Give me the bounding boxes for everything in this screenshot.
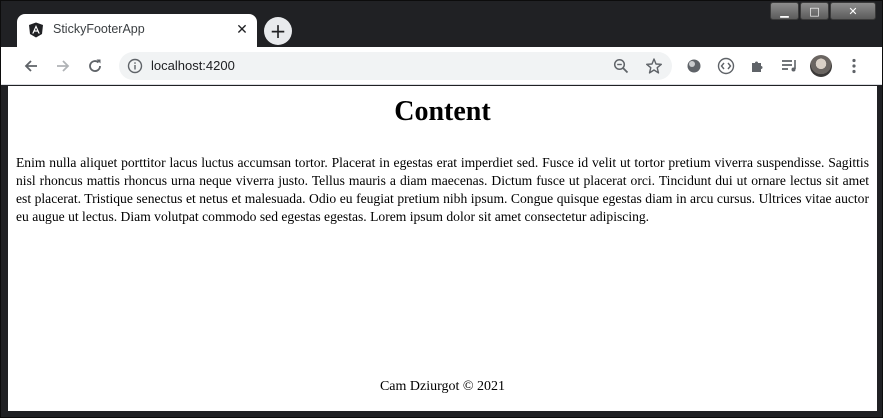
extension-code-button[interactable] (712, 52, 740, 80)
code-brackets-icon (717, 57, 735, 75)
reload-button[interactable] (81, 52, 109, 80)
zoom-icon[interactable] (613, 58, 629, 74)
maximize-icon: □ (809, 4, 820, 18)
media-playlist-button[interactable] (776, 52, 804, 80)
window-close-icon: ✕ (848, 4, 858, 18)
browser-toolbar: localhost:4200 (1, 47, 882, 85)
playlist-icon (782, 60, 796, 72)
url-text[interactable]: localhost:4200 (151, 58, 235, 73)
page-viewport: Content Enim nulla aliquet porttitor lac… (8, 86, 877, 411)
forward-arrow-icon (57, 60, 70, 72)
back-arrow-icon (24, 60, 37, 72)
bookmark-star-icon[interactable] (645, 57, 663, 75)
tab-stickyfooterapp[interactable]: StickyFooterApp ✕ (17, 14, 257, 47)
close-icon[interactable]: ✕ (233, 21, 251, 39)
forward-button[interactable] (49, 52, 77, 80)
extension-sphere-button[interactable] (680, 52, 708, 80)
maximize-button[interactable]: □ (800, 2, 829, 20)
profile-avatar[interactable] (810, 55, 832, 77)
plus-icon: + (269, 19, 287, 43)
kebab-menu-icon (852, 58, 856, 74)
puzzle-icon (752, 61, 763, 72)
page-footer: Cam Dziurgot © 2021 (379, 379, 506, 394)
minimize-button[interactable]: ▁ (770, 2, 799, 20)
angular-icon (28, 22, 44, 38)
info-icon[interactable] (127, 58, 143, 74)
window-close-button[interactable]: ✕ (830, 2, 876, 20)
new-tab-button[interactable]: + (264, 17, 292, 45)
page-body-text: Enim nulla aliquet porttitor lacus luctu… (16, 155, 869, 224)
minimize-icon: ▁ (780, 4, 789, 18)
page-title: Content (394, 96, 491, 127)
window-controls: ▁ □ ✕ (769, 2, 876, 22)
tab-strip: StickyFooterApp ✕ + ▁ □ ✕ (1, 1, 882, 47)
extensions-button[interactable] (744, 52, 772, 80)
sphere-icon (687, 59, 701, 73)
address-bar[interactable]: localhost:4200 (119, 52, 672, 80)
back-button[interactable] (17, 52, 45, 80)
browser-window: StickyFooterApp ✕ + ▁ □ ✕ localhost:4200… (0, 0, 883, 418)
menu-button[interactable] (840, 52, 868, 80)
tab-title: StickyFooterApp (53, 22, 145, 36)
reload-icon (89, 59, 101, 72)
